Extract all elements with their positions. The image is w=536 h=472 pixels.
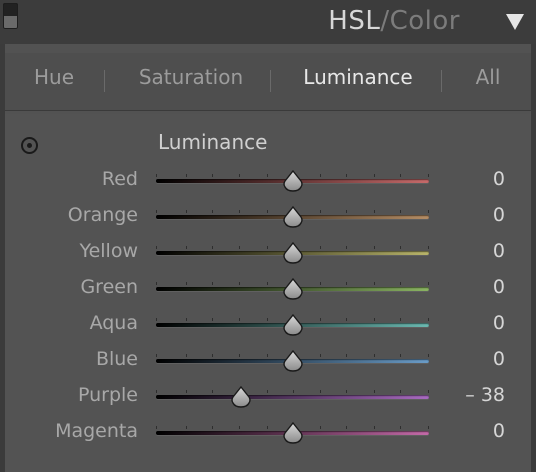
- triangle-down-icon[interactable]: [506, 14, 524, 30]
- slider-value[interactable]: 0: [493, 233, 505, 269]
- slider-purple[interactable]: [156, 385, 429, 408]
- slider-thumb[interactable]: [282, 241, 304, 264]
- tab-divider: [270, 70, 271, 92]
- slider-track[interactable]: [156, 395, 429, 399]
- slider-aqua[interactable]: [156, 313, 429, 336]
- slider-row-aqua: Aqua 0: [5, 305, 531, 341]
- tab-divider: [104, 70, 105, 92]
- section-title: Luminance: [158, 130, 268, 154]
- hsl-panel: Hue Saturation Luminance All Luminance R…: [0, 44, 536, 472]
- slider-red[interactable]: [156, 169, 429, 192]
- slider-label: Orange: [67, 204, 138, 226]
- slider-value[interactable]: 0: [493, 413, 505, 449]
- slider-label: Aqua: [89, 312, 138, 334]
- slider-row-purple: Purple – 38: [5, 377, 531, 413]
- slider-thumb[interactable]: [282, 169, 304, 192]
- slider-orange[interactable]: [156, 205, 429, 228]
- slider-thumb[interactable]: [282, 421, 304, 444]
- luminance-section: Luminance Red 0 Orange 0 Yellow 0 Green 0 Aqua 0 B…: [5, 114, 531, 472]
- panel-title[interactable]: HSL/Color: [328, 3, 460, 39]
- slider-label: Yellow: [79, 240, 139, 262]
- panel-toggle-switch[interactable]: [3, 3, 18, 29]
- tab-divider: [441, 70, 442, 92]
- slider-blue[interactable]: [156, 349, 429, 372]
- slider-value[interactable]: 0: [493, 269, 505, 305]
- slider-row-blue: Blue 0: [5, 341, 531, 377]
- slider-yellow[interactable]: [156, 241, 429, 264]
- title-separator: /: [380, 6, 390, 36]
- tab-bar: Hue Saturation Luminance All: [5, 53, 531, 111]
- slider-label: Red: [101, 168, 138, 190]
- slider-thumb[interactable]: [230, 385, 252, 408]
- slider-ticks: [156, 390, 429, 394]
- slider-label: Purple: [77, 384, 138, 406]
- slider-thumb[interactable]: [282, 349, 304, 372]
- tab-hue[interactable]: Hue: [19, 53, 89, 110]
- slider-row-green: Green 0: [5, 269, 531, 305]
- slider-row-orange: Orange 0: [5, 197, 531, 233]
- slider-green[interactable]: [156, 277, 429, 300]
- slider-value[interactable]: – 38: [465, 377, 505, 413]
- tab-luminance[interactable]: Luminance: [288, 53, 428, 110]
- slider-label: Green: [80, 276, 138, 298]
- tab-all[interactable]: All: [463, 53, 513, 110]
- slider-row-yellow: Yellow 0: [5, 233, 531, 269]
- slider-thumb[interactable]: [282, 313, 304, 336]
- target-adjustment-icon[interactable]: [21, 137, 38, 154]
- slider-value[interactable]: 0: [493, 341, 505, 377]
- panel-header[interactable]: HSL/Color: [0, 0, 536, 44]
- slider-label: Magenta: [55, 420, 138, 442]
- slider-thumb[interactable]: [282, 205, 304, 228]
- title-hsl[interactable]: HSL: [328, 6, 380, 36]
- slider-value[interactable]: 0: [493, 197, 505, 233]
- slider-row-magenta: Magenta 0: [5, 413, 531, 449]
- slider-magenta[interactable]: [156, 421, 429, 444]
- slider-thumb[interactable]: [282, 277, 304, 300]
- slider-label: Blue: [95, 348, 138, 370]
- slider-value[interactable]: 0: [493, 305, 505, 341]
- tab-saturation[interactable]: Saturation: [123, 53, 259, 110]
- slider-value[interactable]: 0: [493, 161, 505, 197]
- title-color[interactable]: Color: [390, 6, 460, 36]
- slider-row-red: Red 0: [5, 161, 531, 197]
